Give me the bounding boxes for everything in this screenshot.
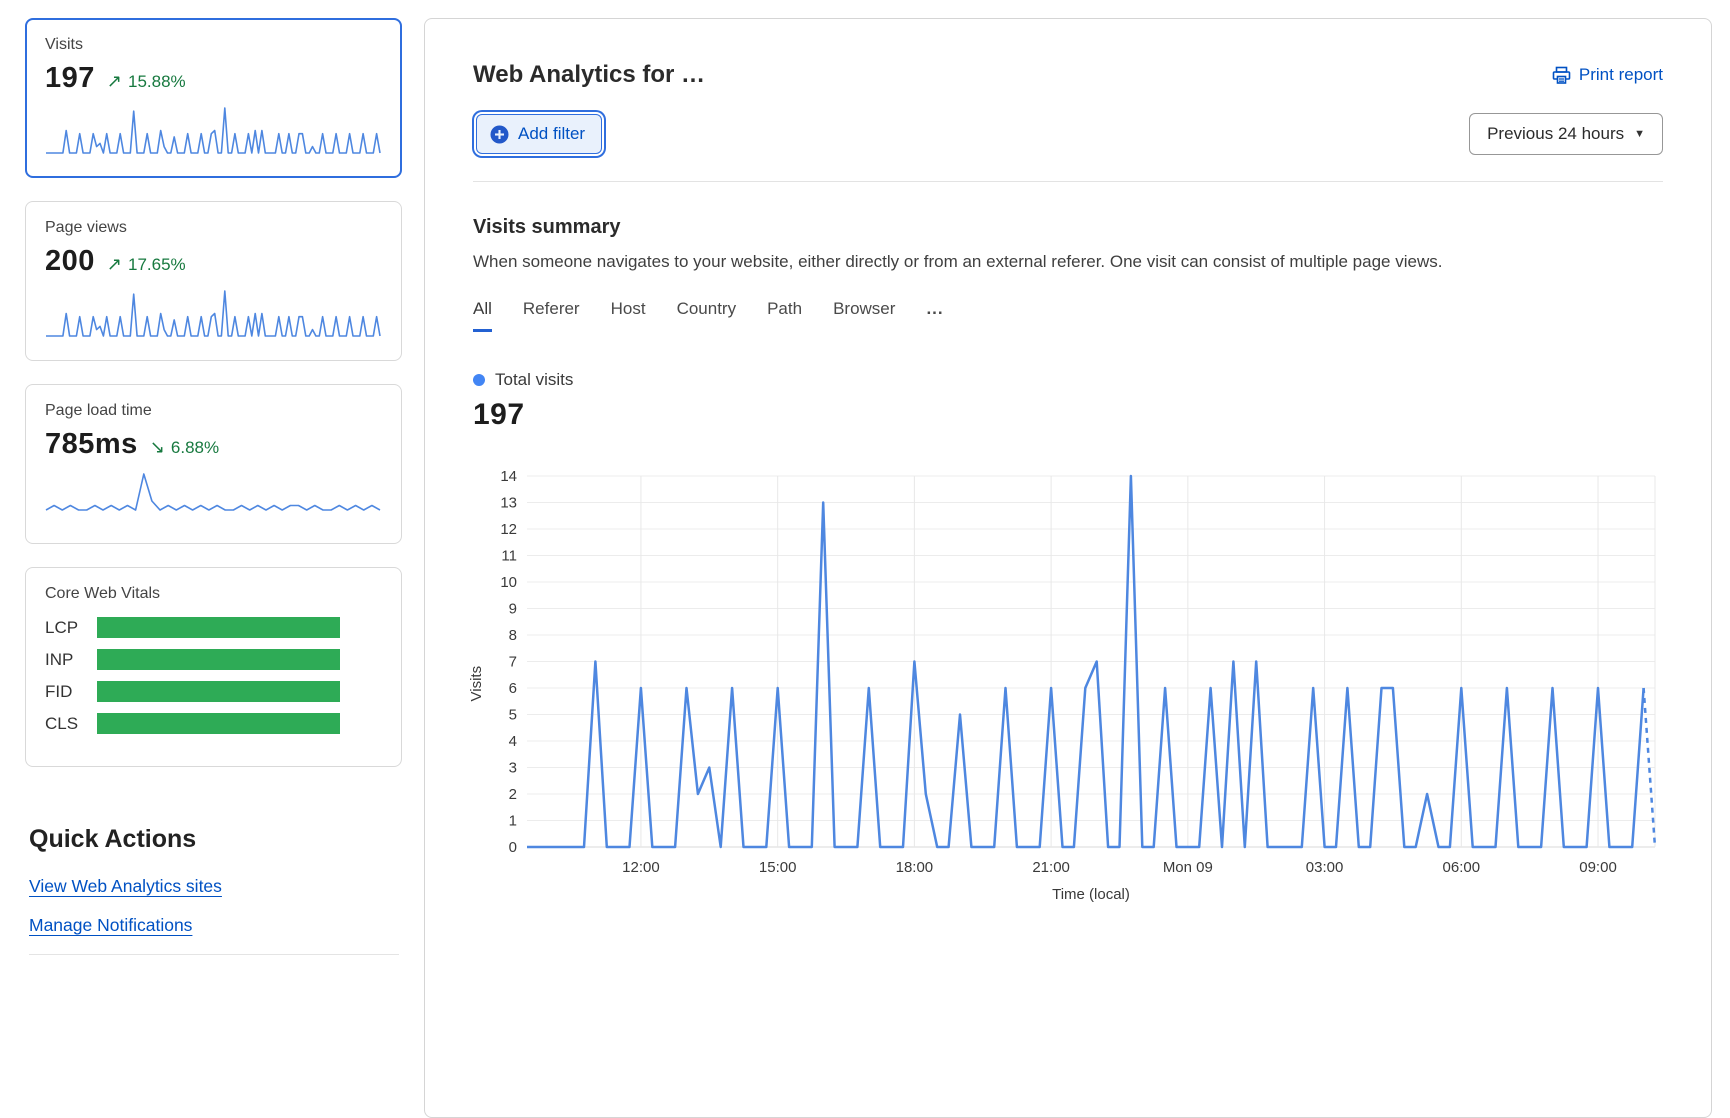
svg-text:Visits: Visits [468,666,485,702]
cwv-row-fid: FID [45,681,382,702]
tab-more-ellipsis-icon[interactable]: ... [926,299,943,332]
cwv-cls-bar [97,713,340,734]
quick-actions-title: Quick Actions [29,825,402,854]
cwv-fid-label: FID [45,682,97,702]
chart-legend: Total visits [473,370,1663,390]
visits-line-chart: 0123456789101112131412:0015:0018:0021:00… [465,462,1663,911]
page-title: Web Analytics for … [473,61,705,89]
page-load-time-sparkline [45,471,381,521]
svg-text:10: 10 [500,574,517,591]
panel-header: Web Analytics for … Print report [425,19,1711,182]
cwv-inp-label: INP [45,650,97,670]
visits-summary-title: Visits summary [473,216,1663,239]
svg-text:7: 7 [509,654,517,671]
svg-text:5: 5 [509,707,517,724]
core-web-vitals-card[interactable]: Core Web Vitals LCP INP FID CLS [25,567,402,767]
cwv-lcp-bar [97,617,340,638]
stat-card-page-views-label: Page views [45,219,382,237]
plus-circle-icon [490,125,509,144]
core-web-vitals-rows: LCP INP FID CLS [45,617,382,734]
quick-actions-divider [29,954,399,955]
legend-label: Total visits [495,370,573,390]
page: Visits 197 ↗ 15.88% Page views 200 ↗ 17.… [0,0,1730,1118]
svg-text:11: 11 [501,548,517,565]
stat-card-visits[interactable]: Visits 197 ↗ 15.88% [25,18,402,178]
svg-text:6: 6 [509,680,517,697]
stat-card-visits-stat: 197 ↗ 15.88% [45,62,382,95]
svg-text:13: 13 [500,495,517,512]
total-visits-value: 197 [473,398,1663,432]
manage-notifications-link[interactable]: Manage Notifications [29,915,192,936]
stat-card-page-load-time-stat: 785ms ↘ 6.88% [45,428,382,461]
print-report-link[interactable]: Print report [1552,65,1663,85]
page-views-sparkline [45,288,381,338]
printer-icon [1552,66,1571,85]
tab-all[interactable]: All [473,299,492,332]
core-web-vitals-title: Core Web Vitals [45,585,382,603]
cwv-lcp-label: LCP [45,618,97,638]
svg-text:21:00: 21:00 [1032,859,1070,876]
tab-country[interactable]: Country [677,299,737,332]
cwv-row-cls: CLS [45,713,382,734]
svg-text:2: 2 [509,786,517,803]
stat-card-page-views-stat: 200 ↗ 17.65% [45,245,382,278]
tab-browser[interactable]: Browser [833,299,895,332]
stat-card-page-load-time-label: Page load time [45,402,382,420]
cwv-row-inp: INP [45,649,382,670]
cwv-fid-bar [97,681,340,702]
page-load-time-delta-value: 6.88% [171,438,219,458]
time-period-dropdown[interactable]: Previous 24 hours ▼ [1469,113,1663,155]
svg-text:1: 1 [509,813,517,830]
time-period-value: Previous 24 hours [1487,124,1624,144]
svg-text:Time (local): Time (local) [1052,886,1130,903]
svg-text:03:00: 03:00 [1306,859,1344,876]
stat-card-page-views[interactable]: Page views 200 ↗ 17.65% [25,201,402,361]
svg-text:Mon 09: Mon 09 [1163,859,1213,876]
visits-summary-description: When someone navigates to your website, … [473,252,1663,272]
svg-text:06:00: 06:00 [1443,859,1481,876]
chevron-down-icon: ▼ [1634,128,1645,140]
cwv-row-lcp: LCP [45,617,382,638]
page-views-delta-value: 17.65% [128,255,186,275]
svg-text:0: 0 [509,839,517,856]
page-views-value: 200 [45,245,95,278]
tab-host[interactable]: Host [611,299,646,332]
visits-sparkline [45,105,381,155]
page-load-time-delta: ↘ 6.88% [150,437,219,458]
svg-text:4: 4 [509,733,517,750]
svg-text:12:00: 12:00 [622,859,660,876]
legend-dot-icon [473,374,485,386]
trend-up-icon: ↗ [107,254,122,275]
dimension-tabs: All Referer Host Country Path Browser ..… [473,299,1663,332]
cwv-cls-label: CLS [45,714,97,734]
visits-summary-section: Visits summary When someone navigates to… [425,182,1711,911]
visits-delta-value: 15.88% [128,72,186,92]
svg-text:14: 14 [500,468,517,485]
print-report-label: Print report [1579,65,1663,85]
stat-card-page-load-time[interactable]: Page load time 785ms ↘ 6.88% [25,384,402,544]
visits-value: 197 [45,62,95,95]
add-filter-button[interactable]: Add filter [476,114,602,154]
cwv-inp-bar [97,649,340,670]
svg-text:09:00: 09:00 [1579,859,1617,876]
web-analytics-panel: Web Analytics for … Print report [424,18,1712,1118]
svg-text:3: 3 [509,760,517,777]
add-filter-label: Add filter [518,124,585,144]
quick-actions: Quick Actions View Web Analytics sites M… [25,825,402,955]
sidebar: Visits 197 ↗ 15.88% Page views 200 ↗ 17.… [25,18,402,1118]
svg-text:18:00: 18:00 [896,859,934,876]
page-views-delta: ↗ 17.65% [107,254,186,275]
svg-text:8: 8 [509,627,517,644]
trend-up-icon: ↗ [107,71,122,92]
page-load-time-value: 785ms [45,428,138,461]
tab-path[interactable]: Path [767,299,802,332]
svg-text:15:00: 15:00 [759,859,797,876]
stat-card-visits-label: Visits [45,36,382,54]
trend-down-icon: ↘ [150,437,165,458]
svg-text:12: 12 [500,521,517,538]
view-web-analytics-sites-link[interactable]: View Web Analytics sites [29,876,222,897]
tab-referer[interactable]: Referer [523,299,580,332]
svg-text:9: 9 [509,601,517,618]
visits-delta: ↗ 15.88% [107,71,186,92]
